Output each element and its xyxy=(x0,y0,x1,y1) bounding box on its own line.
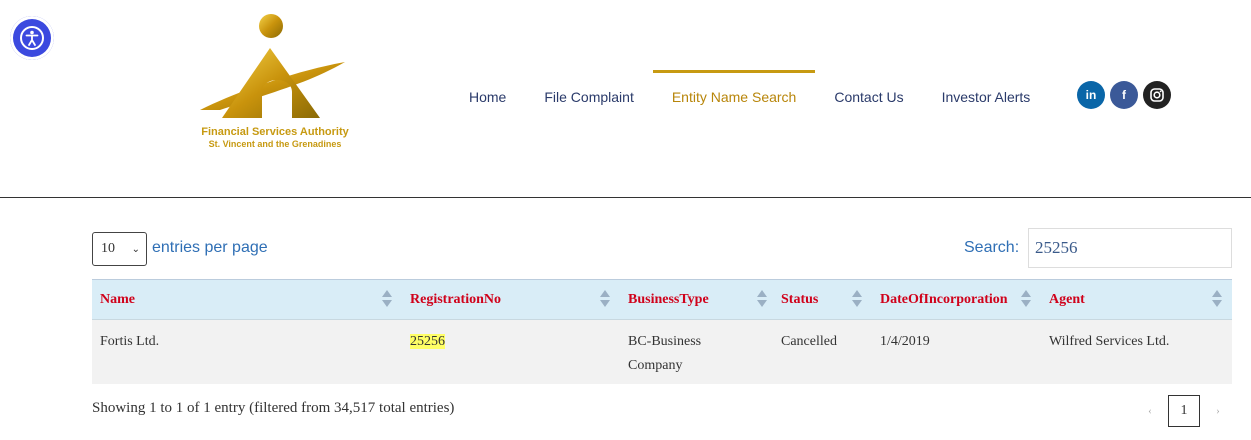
logo-title: Financial Services Authority xyxy=(201,126,349,138)
cell-status: Cancelled xyxy=(781,334,837,349)
entries-per-page-value: 10 xyxy=(101,241,115,256)
entries-per-page-label: entries per page xyxy=(152,239,268,256)
facebook-icon[interactable]: f xyxy=(1110,81,1138,109)
sort-icon[interactable] xyxy=(1212,290,1222,310)
nav-file-complaint[interactable]: File Complaint xyxy=(525,70,652,120)
column-header-agent[interactable]: Agent xyxy=(1041,280,1232,320)
column-header-name[interactable]: Name xyxy=(92,280,402,320)
cell-name: Fortis Ltd. xyxy=(100,334,160,349)
cell-registration-no: 25256 xyxy=(402,330,445,354)
entity-table: Name RegistrationNo BusinessType Status … xyxy=(92,279,1232,384)
nav-contact-us[interactable]: Contact Us xyxy=(815,70,922,120)
sort-icon[interactable] xyxy=(852,290,862,310)
search-label: Search: xyxy=(964,239,1020,256)
table-row[interactable]: Fortis Ltd. 25256 BC-Business Company Ca… xyxy=(92,320,1232,384)
accessibility-icon xyxy=(20,26,44,50)
cell-business-type: BC-Business Company xyxy=(628,334,702,373)
main-nav: Home File Complaint Entity Name Search C… xyxy=(450,70,1049,120)
sort-icon[interactable] xyxy=(600,290,610,310)
instagram-icon[interactable] xyxy=(1143,81,1171,109)
next-page-button[interactable]: › xyxy=(1208,405,1228,417)
table-info: Showing 1 to 1 of 1 entry (filtered from… xyxy=(92,400,455,416)
fsa-logo-mark-icon xyxy=(200,14,345,118)
sort-icon[interactable] xyxy=(382,290,392,310)
entries-per-page-select[interactable]: 10 ⌄ xyxy=(92,232,147,266)
nav-investor-alerts[interactable]: Investor Alerts xyxy=(923,70,1050,120)
sort-icon[interactable] xyxy=(757,290,767,310)
nav-home[interactable]: Home xyxy=(450,70,525,120)
fsa-logo[interactable]: Financial Services Authority St. Vincent… xyxy=(180,10,370,160)
column-header-business-type[interactable]: BusinessType xyxy=(620,280,773,320)
previous-page-button[interactable]: ‹ xyxy=(1140,405,1160,417)
column-header-date-of-incorporation[interactable]: DateOfIncorporation xyxy=(872,280,1041,320)
cell-agent: Wilfred Services Ltd. xyxy=(1049,334,1170,349)
linkedin-icon[interactable]: in xyxy=(1077,81,1105,109)
search-input[interactable] xyxy=(1028,228,1232,268)
table-header: Name RegistrationNo BusinessType Status … xyxy=(92,279,1232,320)
accessibility-button[interactable] xyxy=(10,16,54,60)
sort-icon[interactable] xyxy=(1021,290,1031,310)
page-1-button[interactable]: 1 xyxy=(1168,394,1200,427)
column-header-registration-no[interactable]: RegistrationNo xyxy=(402,280,620,320)
instagram-glyph-icon xyxy=(1150,88,1164,102)
nav-entity-name-search[interactable]: Entity Name Search xyxy=(652,70,816,120)
logo-subtitle: St. Vincent and the Grenadines xyxy=(208,139,342,149)
search-highlight: 25256 xyxy=(410,334,445,349)
chevron-down-icon: ⌄ xyxy=(131,244,140,255)
site-header: Financial Services Authority St. Vincent… xyxy=(0,0,1251,198)
social-links: in f xyxy=(1077,81,1171,109)
cell-date-of-incorporation: 1/4/2019 xyxy=(880,334,930,349)
table-controls: 10 ⌄ entries per page Search: xyxy=(92,228,1232,270)
pagination: ‹ 1 › xyxy=(1140,394,1228,427)
